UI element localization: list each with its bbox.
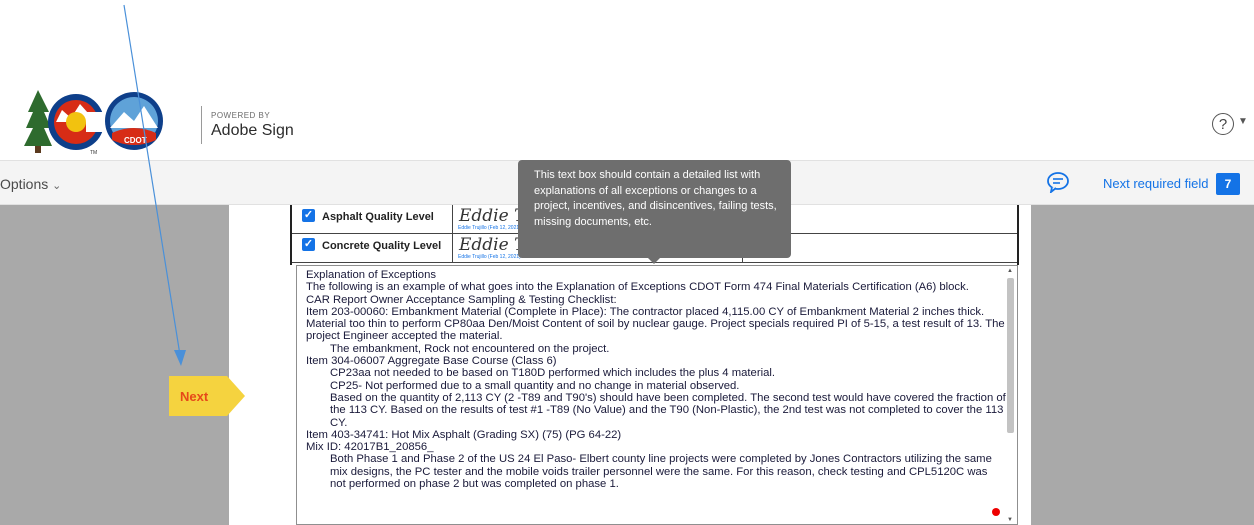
scroll-up-icon[interactable]: ▲	[1007, 268, 1013, 274]
cdot-logo: TM CDOT	[24, 88, 174, 158]
text-line: Item 203-00060: Embankment Material (Com…	[306, 305, 1005, 343]
next-required-field-link[interactable]: Next required field	[1103, 176, 1209, 191]
options-label: Options	[0, 176, 49, 192]
text-line: CP23aa not needed to be based on T180D p…	[330, 367, 776, 380]
explanation-textbox[interactable]: Explanation of Exceptions The following i…	[296, 265, 1018, 525]
next-button-label[interactable]: Next	[180, 389, 208, 404]
concrete-checkbox[interactable]: ✓	[302, 238, 315, 251]
text-line: Based on the quantity of 2,113 CY (2 -T8…	[330, 391, 1006, 429]
text-line: Explanation of Exceptions	[306, 269, 436, 281]
text-line: CP25- Not performed due to a small quant…	[330, 379, 740, 392]
header: TM CDOT POWERED BY Adobe Sign ? ▼	[0, 0, 1254, 160]
column-divider	[452, 205, 453, 233]
explanation-text: Explanation of Exceptions The following i…	[306, 269, 1006, 490]
help-chevron-down-icon[interactable]: ▼	[1238, 116, 1248, 127]
options-menu-button[interactable]: Options ⌄	[0, 176, 61, 192]
signature-caption: Eddie Trujillo (Feb 12, 2021)	[458, 254, 521, 260]
chevron-down-icon: ⌄	[52, 180, 62, 192]
row-label: Asphalt Quality Level	[322, 211, 434, 223]
column-divider	[452, 234, 453, 262]
field-tooltip: This text box should contain a detailed …	[518, 160, 791, 264]
required-field-count-badge: 7	[1216, 173, 1240, 195]
text-line: Item 304-06007 Aggregate Base Course (Cl…	[306, 355, 557, 368]
adobe-sign-brand: Adobe Sign	[211, 122, 294, 139]
svg-text:TM: TM	[90, 150, 97, 156]
header-divider	[201, 106, 202, 144]
textbox-scrollbar[interactable]: ▲ ▼	[1006, 268, 1015, 523]
row-label: Concrete Quality Level	[322, 240, 442, 252]
help-question-icon[interactable]: ?	[1212, 113, 1234, 135]
text-line: Both Phase 1 and Phase 2 of the US 24 El…	[330, 453, 992, 491]
powered-by-label: POWERED BY	[211, 111, 271, 120]
cdot-logo-icon: TM CDOT	[24, 90, 163, 156]
scroll-down-icon[interactable]: ▼	[1007, 517, 1013, 523]
text-line: The embankment, Rock not encountered on …	[330, 342, 610, 355]
comment-bubble-icon[interactable]	[1046, 171, 1070, 198]
text-line: CAR Report Owner Acceptance Sampling & T…	[306, 293, 617, 306]
text-line: The following is an example of what goes…	[306, 281, 969, 294]
text-line: Item 403-34741: Hot Mix Asphalt (Grading…	[306, 428, 622, 441]
signature-caption: Eddie Trujillo (Feb 12, 2021)	[458, 225, 521, 231]
svg-text:CDOT: CDOT	[124, 136, 147, 145]
required-indicator-dot	[992, 508, 1000, 516]
asphalt-checkbox[interactable]: ✓	[302, 209, 315, 222]
scrollbar-thumb[interactable]	[1007, 278, 1014, 433]
text-line: Mix ID: 42017B1_20856_	[306, 441, 434, 454]
